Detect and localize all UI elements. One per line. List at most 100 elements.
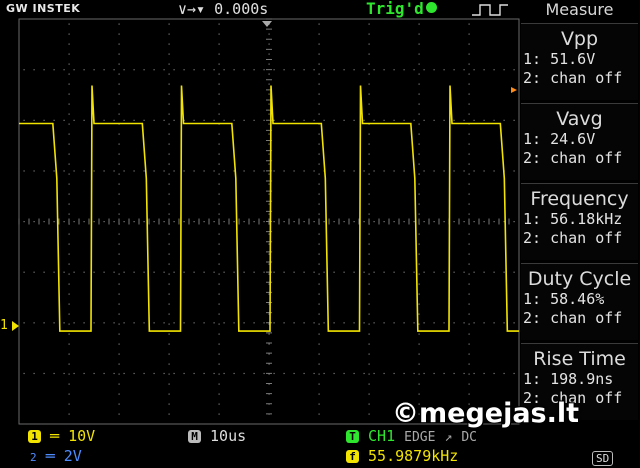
grid-dot — [318, 283, 320, 285]
grid-dot — [218, 273, 220, 275]
grid-dot — [318, 153, 320, 155]
grid-dot — [403, 221, 405, 223]
grid-dot — [268, 173, 270, 175]
grid-dot — [273, 372, 275, 375]
grid-dot — [368, 203, 370, 205]
grid-dot — [383, 170, 385, 172]
grid-dot — [333, 221, 335, 223]
grid-dot — [493, 221, 495, 223]
grid-dot — [413, 271, 415, 273]
grid-dot — [168, 313, 170, 315]
grid-dot — [268, 343, 270, 345]
ch1-scale[interactable]: 1 ═ 10V — [28, 427, 95, 445]
grid-dot — [468, 83, 470, 85]
grid-dot — [73, 119, 75, 121]
grid-dot — [423, 221, 425, 223]
grid-dot — [218, 143, 220, 145]
grid-dot — [168, 23, 170, 25]
grid-dot — [113, 271, 115, 273]
grid-dot — [503, 271, 505, 273]
grid-dot — [403, 372, 405, 375]
grid-dot — [233, 69, 235, 71]
measure-item-duty-cycle[interactable]: Duty Cycle 1: 58.46% 2: chan off — [521, 263, 638, 340]
grid-dot — [313, 372, 315, 375]
grid-dot — [483, 170, 485, 172]
grid-dot — [168, 63, 170, 65]
grid-dot — [243, 322, 245, 324]
grid-dot — [493, 322, 495, 324]
grid-dot — [383, 221, 385, 223]
grid-dot — [318, 343, 320, 345]
grid-dot — [223, 221, 225, 223]
measure-item-vavg[interactable]: Vavg 1: 24.6V 2: chan off — [521, 103, 638, 180]
grid-dot — [68, 253, 70, 255]
grid-dot — [63, 69, 65, 71]
measure-item-frequency[interactable]: Frequency 1: 56.18kHz 2: chan off — [521, 183, 638, 260]
grid-dot — [503, 372, 505, 375]
grid-dot — [218, 113, 220, 115]
grid-dot — [353, 221, 355, 223]
grid-dot — [68, 403, 70, 405]
grid-dot — [218, 153, 220, 155]
grid-dot — [418, 303, 420, 305]
trigger-source[interactable]: T CH1 EDGE ↗ DC — [346, 427, 477, 445]
grid-dot — [213, 119, 215, 121]
grid-dot — [83, 271, 85, 273]
grid-dot — [418, 173, 420, 175]
grid-dot — [73, 221, 75, 223]
grid-dot — [318, 333, 320, 335]
grid-dot — [468, 203, 470, 205]
grid-dot — [118, 23, 120, 25]
sd-card-icon[interactable]: SD — [592, 451, 614, 466]
grid-dot — [403, 119, 405, 121]
grid-dot — [368, 323, 370, 325]
frequency-value: 55.9879kHz — [368, 447, 459, 465]
grid-dot — [133, 170, 135, 172]
grid-dot — [368, 183, 370, 185]
grid-dot — [193, 271, 195, 273]
grid-dot — [368, 343, 370, 345]
measure-ch2-value: 2: chan off — [523, 149, 623, 167]
grid-dot — [118, 273, 120, 275]
grid-dot — [268, 83, 270, 85]
grid-dot — [313, 221, 315, 223]
grid-dot — [118, 393, 120, 395]
grid-dot — [218, 203, 220, 205]
grid-dot — [313, 271, 315, 273]
grid-dot — [273, 119, 275, 121]
grid-dot — [33, 372, 35, 375]
grid-dot — [263, 170, 265, 172]
grid-dot — [303, 170, 305, 172]
measure-item-vpp[interactable]: Vpp 1: 51.6V 2: chan off — [521, 23, 638, 100]
grid-dot — [318, 313, 320, 315]
trigger-led-icon — [425, 2, 437, 13]
grid-dot — [303, 322, 305, 324]
trigger-edge-icon — [472, 4, 508, 16]
grid-dot — [93, 69, 95, 71]
grid-dot — [323, 119, 325, 121]
grid-dot — [263, 69, 265, 71]
grid-dot — [118, 63, 120, 65]
grid-dot — [143, 271, 145, 273]
grid-dot — [413, 221, 415, 223]
grid-dot — [133, 69, 135, 71]
measure-ch1-value: 1: 24.6V — [523, 130, 596, 148]
grid-dot — [368, 413, 370, 415]
grid-dot — [373, 69, 375, 71]
ch2-scale[interactable]: 2 ═ 2V — [30, 447, 82, 465]
grid-dot — [483, 119, 485, 121]
grid-dot — [68, 353, 70, 355]
grid-dot — [33, 170, 35, 172]
timebase[interactable]: M 10us — [188, 427, 246, 445]
grid-dot — [483, 372, 485, 375]
grid-dot — [418, 273, 420, 275]
grid-dot — [468, 213, 470, 215]
grid-dot — [353, 119, 355, 121]
grid-dot — [183, 372, 185, 375]
bottom-status-bar: 1 ═ 10V 2 ═ 2V M 10us T CH1 EDGE ↗ DC f … — [0, 425, 640, 468]
horizontal-position: ∨→▾ 0.000s — [178, 0, 269, 18]
grid-dot — [293, 119, 295, 121]
measure-ch2-value: 2: chan off — [523, 229, 623, 247]
grid-dot — [268, 33, 270, 35]
grid-dot — [83, 322, 85, 324]
